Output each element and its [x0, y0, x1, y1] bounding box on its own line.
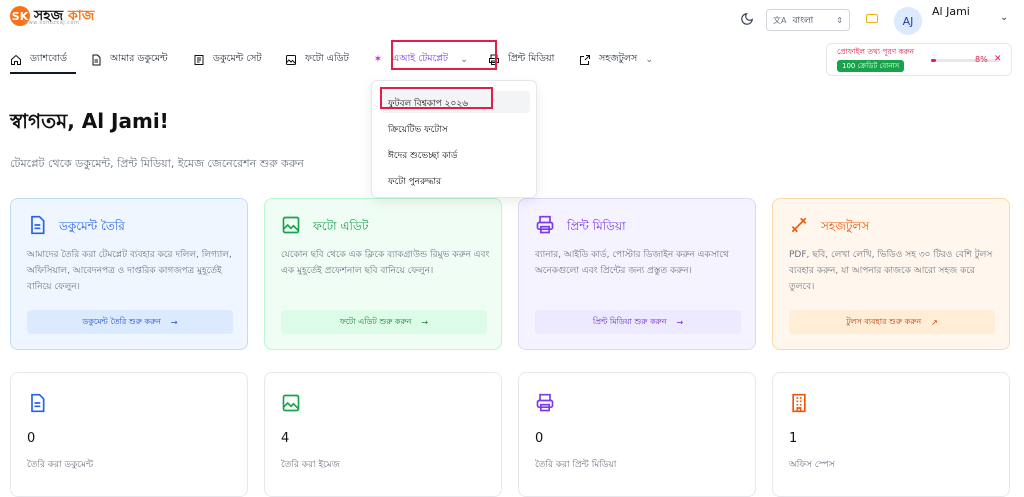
profile-completion-banner[interactable]: প্রোফাইল তথ্য পূরণ করুন 100 ক্রেডিট বোনা… [826, 43, 1012, 76]
nav-item-my-documents[interactable]: আমার ডকুমেন্ট [90, 52, 168, 67]
avatar[interactable]: AJ [894, 7, 922, 35]
keyboard-icon[interactable] [866, 14, 878, 23]
printer-icon [535, 215, 555, 235]
image-icon [281, 393, 301, 413]
card-description: আমাদের তৈরি করা টেমপ্লেট ব্যবহার করে দলি… [27, 250, 232, 292]
active-nav-underline [10, 72, 76, 74]
image-icon [285, 54, 297, 66]
card-description: ব্যানার, আইডি কার্ড, পোস্টার ডিজাইন করুন… [535, 250, 729, 276]
card-description: PDF, ছবি, লেখা লেখি, ভিডিও সহ ৩০ টিরও বে… [789, 250, 993, 292]
theme-toggle-moon-icon[interactable] [740, 12, 754, 26]
stat-value: 4 [281, 431, 290, 446]
profile-progress-fill [931, 59, 937, 62]
card-document-create: ডকুমেন্ট তৈরি আমাদের তৈরি করা টেমপ্লেট ব… [10, 198, 248, 350]
card-title: ফটো এডিট [313, 219, 369, 233]
stat-label: অফিস স্পেস [789, 460, 835, 470]
logo-subtitle: www.sohozkaj.com [24, 20, 80, 26]
dropdown-item-photo-restore[interactable]: ফটো পুনরুদ্ধার [388, 174, 441, 189]
nav-item-dashboard[interactable]: ড্যাশবোর্ড [10, 52, 67, 67]
stat-value: 0 [535, 431, 544, 446]
document-icon [27, 393, 47, 413]
card-title: সহজটুলস [821, 219, 870, 233]
start-document-button[interactable]: ডকুমেন্ট তৈরি শুরু করুন → [27, 310, 233, 334]
stat-label: তৈরি করা ইমেজ [281, 460, 340, 470]
stat-label: তৈরি করা ডকুমেন্ট [27, 460, 94, 470]
stat-print-media: 0 তৈরি করা প্রিন্ট মিডিয়া [518, 372, 756, 497]
highlight-box-ai-template [391, 40, 497, 70]
profile-progress-percent: 8% [975, 55, 988, 64]
building-icon [789, 393, 809, 413]
nav-item-document-set[interactable]: ডকুমেন্ট সেট [193, 52, 262, 67]
stat-value: 1 [789, 431, 798, 446]
document-set-icon [193, 54, 205, 66]
stat-value: 0 [27, 431, 36, 446]
language-select[interactable]: 文A বাংলা ⇕ [766, 9, 850, 31]
stat-label: তৈরি করা প্রিন্ট মিডিয়া [535, 460, 617, 470]
external-link-icon [579, 54, 591, 66]
image-icon [281, 215, 301, 235]
start-tools-button[interactable]: টুলস ব্যবহার শুরু করুন ↗ [789, 310, 995, 334]
home-icon [10, 54, 22, 66]
card-photo-edit: ফটো এডিট যেকোন ছবি থেকে এক ক্লিকে ব্যাকগ… [264, 198, 502, 350]
top-bar: SK সহজ কাজ www.sohozkaj.com 文A বাংলা ⇕ A… [0, 0, 1024, 38]
document-icon [90, 54, 102, 66]
card-description: যেকোন ছবি থেকে এক ক্লিকে ব্যাকগ্রাউন্ড র… [281, 250, 490, 276]
start-photo-edit-button[interactable]: ফটো এডিট শুরু করুন → [281, 310, 487, 334]
tools-icon [789, 215, 809, 235]
dropdown-item-eid-greeting-card[interactable]: ঈদের শুভেচ্ছা কার্ড [388, 148, 458, 163]
nav-item-print-media[interactable]: প্রিন্ট মিডিয়া [488, 52, 554, 67]
document-icon [27, 215, 47, 235]
arrow-right-icon: → [421, 317, 429, 327]
arrow-right-icon: → [676, 317, 684, 327]
nav-item-sohoj-tools[interactable]: সহজটুলস ⌄ [579, 52, 653, 67]
user-name[interactable]: Al Jami [932, 5, 970, 18]
printer-icon [535, 393, 555, 413]
credit-bonus-badge: 100 ক্রেডিট বোনাস [837, 60, 905, 72]
external-link-icon: ↗ [931, 317, 938, 327]
dropdown-item-creative-photos[interactable]: ক্রিয়েটিভ ফটোস [388, 122, 448, 137]
language-value: বাংলা [792, 15, 814, 26]
page-subtitle: টেমপ্লেট থেকে ডকুমেন্ট, প্রিন্ট মিডিয়া,… [10, 157, 304, 170]
chevron-down-icon: ⌄ [645, 54, 654, 65]
stat-images: 4 তৈরি করা ইমেজ [264, 372, 502, 497]
chevron-down-icon[interactable]: ⌄ [1000, 12, 1008, 23]
magic-wand-icon: ✶ [373, 54, 383, 65]
stat-documents: 0 তৈরি করা ডকুমেন্ট [10, 372, 248, 497]
start-print-media-button[interactable]: প্রিন্ট মিডিয়া শুরু করুন → [535, 310, 741, 334]
page-title: স্বাগতম, Al Jami! [10, 109, 169, 133]
translate-icon: 文A [773, 15, 787, 25]
highlight-box-dropdown-item [380, 87, 493, 109]
promo-title[interactable]: প্রোফাইল তথ্য পূরণ করুন [837, 47, 914, 59]
arrow-right-icon: → [170, 317, 178, 327]
nav-item-photo-edit[interactable]: ফটো এডিট [285, 52, 349, 67]
card-title: ডকুমেন্ট তৈরি [59, 219, 125, 233]
select-arrows-icon: ⇕ [836, 15, 843, 25]
stat-office-space: 1 অফিস স্পেস [772, 372, 1010, 497]
card-print-media: প্রিন্ট মিডিয়া ব্যানার, আইডি কার্ড, পোস… [518, 198, 756, 350]
profile-progress-bar [931, 59, 999, 62]
card-title: প্রিন্ট মিডিয়া [567, 219, 626, 233]
card-sohoj-tools: সহজটুলস PDF, ছবি, লেখা লেখি, ভিডিও সহ ৩০… [772, 198, 1010, 350]
close-icon[interactable]: ✕ [994, 54, 1002, 64]
